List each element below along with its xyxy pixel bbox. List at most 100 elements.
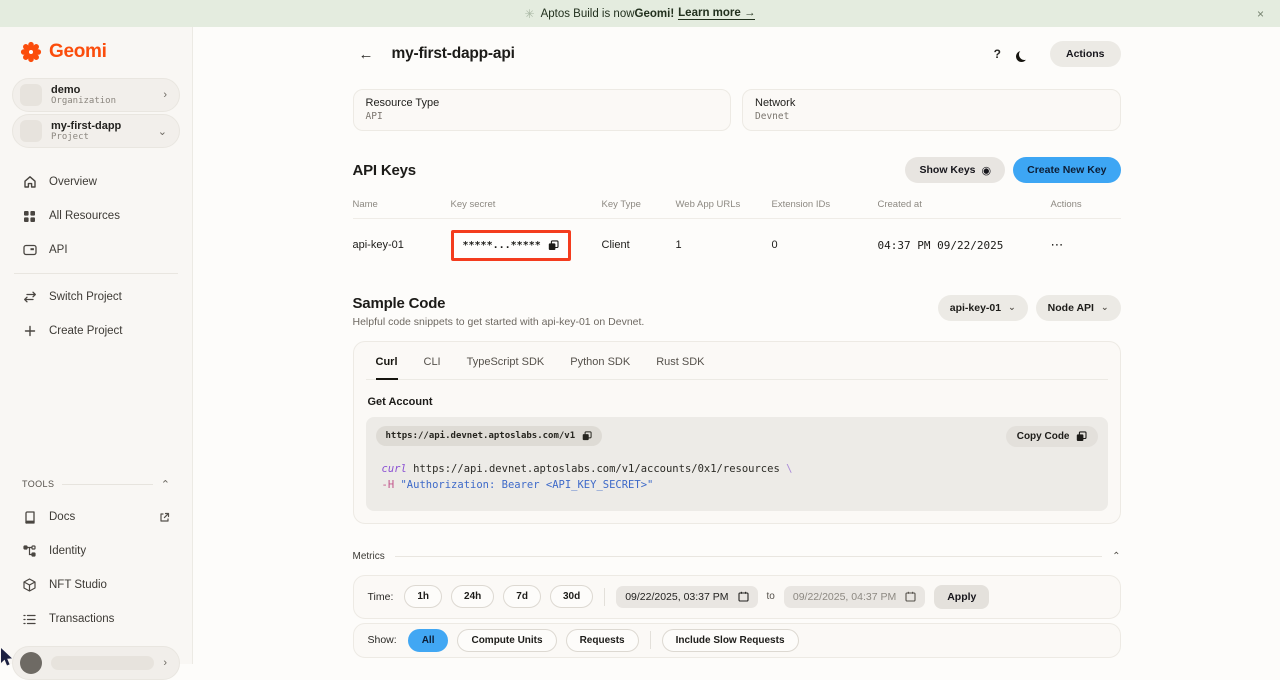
include-slow-requests-toggle[interactable]: Include Slow Requests xyxy=(662,629,799,652)
sidebar-item-docs[interactable]: Docs xyxy=(12,500,180,534)
tab-python-sdk[interactable]: Python SDK xyxy=(570,342,630,380)
sidebar: Geomi demo Organization › my-first-dapp … xyxy=(0,27,193,664)
dark-mode-moon-icon[interactable] xyxy=(1019,49,1030,60)
logo-text: Geomi xyxy=(49,41,107,63)
sidebar-item-all-resources[interactable]: All Resources xyxy=(12,199,180,233)
date-to-value: 09/22/2025, 04:37 PM xyxy=(793,591,896,603)
app-window: ✳ Aptos Build is now Geomi! Learn more →… xyxy=(0,0,1280,664)
api-keys-title: API Keys xyxy=(353,162,416,179)
show-keys-button[interactable]: Show Keys ◉ xyxy=(905,157,1005,183)
copy-code-label: Copy Code xyxy=(1017,431,1070,442)
code-language-tabs: Curl CLI TypeScript SDK Python SDK Rust … xyxy=(366,342,1108,380)
identity-nodes-icon xyxy=(22,545,37,557)
tab-typescript-sdk[interactable]: TypeScript SDK xyxy=(467,342,545,380)
chevron-down-icon: ⌄ xyxy=(158,125,167,138)
copy-code-button[interactable]: Copy Code xyxy=(1006,426,1098,447)
cube-icon xyxy=(22,578,37,592)
date-from-input[interactable]: 09/22/2025, 03:37 PM xyxy=(616,586,757,608)
project-name: my-first-dapp xyxy=(51,120,149,132)
endpoint-url: https://api.devnet.aptoslabs.com/v1 xyxy=(386,431,576,441)
copy-icon[interactable] xyxy=(548,240,559,251)
range-1h-button[interactable]: 1h xyxy=(404,585,442,608)
key-secret-cell: *****...***** xyxy=(451,219,602,272)
network-label: Network xyxy=(755,97,1108,109)
sidebar-item-api[interactable]: API xyxy=(12,233,180,267)
code-continuation: \ xyxy=(786,463,792,475)
apply-button[interactable]: Apply xyxy=(934,585,989,609)
show-all-button[interactable]: All xyxy=(408,629,449,652)
learn-more-link[interactable]: Learn more → xyxy=(678,7,755,20)
snippet-title: Get Account xyxy=(368,396,1106,408)
sidebar-divider xyxy=(14,273,178,274)
create-new-key-button[interactable]: Create New Key xyxy=(1013,157,1120,183)
tab-curl[interactable]: Curl xyxy=(376,342,398,380)
time-filter-card: Time: 1h 24h 7d 30d 09/22/2025, 03:37 PM… xyxy=(353,575,1121,619)
date-to-input[interactable]: 09/22/2025, 04:37 PM xyxy=(784,586,925,608)
back-arrow-icon[interactable]: ← xyxy=(359,46,374,63)
sidebar-item-label: Switch Project xyxy=(49,291,122,303)
help-icon[interactable]: ? xyxy=(994,47,1001,61)
actions-button[interactable]: Actions xyxy=(1050,41,1121,67)
range-24h-button[interactable]: 24h xyxy=(451,585,494,608)
sidebar-item-identity[interactable]: Identity xyxy=(12,534,180,568)
api-select-dropdown[interactable]: Node API ⌄ xyxy=(1036,295,1121,321)
chevron-right-icon: › xyxy=(163,89,167,101)
range-30d-button[interactable]: 30d xyxy=(550,585,593,608)
key-name-cell: api-key-01 xyxy=(353,219,451,272)
key-type-cell: Client xyxy=(602,219,676,272)
org-avatar xyxy=(20,84,42,106)
range-7d-button[interactable]: 7d xyxy=(503,585,541,608)
sidebar-item-create-project[interactable]: Create Project xyxy=(12,314,180,348)
to-label: to xyxy=(767,591,775,602)
show-compute-units-button[interactable]: Compute Units xyxy=(457,629,556,652)
calendar-icon[interactable] xyxy=(738,591,749,602)
extension-ids-cell: 0 xyxy=(772,219,878,272)
sidebar-item-label: Create Project xyxy=(49,325,123,337)
vertical-divider xyxy=(604,588,605,606)
user-account-pill[interactable]: › xyxy=(12,646,180,680)
sidebar-item-label: API xyxy=(49,244,68,256)
copy-icon[interactable] xyxy=(582,431,592,441)
project-switcher[interactable]: my-first-dapp Project ⌄ xyxy=(12,114,180,148)
sidebar-item-overview[interactable]: Overview xyxy=(12,165,180,199)
column-header-key-secret: Key secret xyxy=(451,193,602,219)
sidebar-item-label: Overview xyxy=(49,176,97,188)
endpoint-url-pill[interactable]: https://api.devnet.aptoslabs.com/v1 xyxy=(376,426,603,446)
column-header-web-app-urls: Web App URLs xyxy=(676,193,772,219)
vertical-divider xyxy=(650,631,651,649)
key-secret-value: *****...***** xyxy=(463,240,541,251)
org-switcher[interactable]: demo Organization › xyxy=(12,78,180,112)
api-key-row: api-key-01 *****...***** Client 1 0 04:3… xyxy=(353,219,1121,272)
geomi-logo[interactable]: Geomi xyxy=(20,40,180,64)
sidebar-item-label: Identity xyxy=(49,545,86,557)
key-secret-highlighted[interactable]: *****...***** xyxy=(451,230,571,261)
show-requests-button[interactable]: Requests xyxy=(566,629,639,652)
list-icon xyxy=(22,614,37,625)
web-app-urls-cell: 1 xyxy=(676,219,772,272)
chevron-down-icon: ⌄ xyxy=(1101,303,1109,313)
column-header-extension-ids: Extension IDs xyxy=(772,193,878,219)
api-select-value: Node API xyxy=(1048,302,1094,314)
tab-cli[interactable]: CLI xyxy=(424,342,441,380)
show-filter-card: Show: All Compute Units Requests Include… xyxy=(353,623,1121,658)
network-value: Devnet xyxy=(755,111,1108,122)
mouse-cursor xyxy=(0,648,16,668)
project-type-label: Project xyxy=(51,132,149,143)
chevron-up-icon: ⌃ xyxy=(161,478,170,491)
tab-rust-sdk[interactable]: Rust SDK xyxy=(656,342,704,380)
geomi-flower-icon xyxy=(20,41,42,63)
sidebar-item-switch-project[interactable]: Switch Project xyxy=(12,280,180,314)
banner-close-icon[interactable]: × xyxy=(1257,7,1264,21)
sidebar-item-transactions[interactable]: Transactions xyxy=(12,602,180,636)
metrics-section-header[interactable]: Metrics ⌃ xyxy=(353,551,1121,562)
row-actions-menu-icon[interactable]: ⋯ xyxy=(1051,237,1065,252)
banner-brand: Geomi! xyxy=(635,8,675,20)
sidebar-item-nft-studio[interactable]: NFT Studio xyxy=(12,568,180,602)
tools-section-header[interactable]: TOOLS ⌃ xyxy=(12,474,180,494)
calendar-icon[interactable] xyxy=(905,591,916,602)
sidebar-item-label: All Resources xyxy=(49,210,120,222)
org-type-label: Organization xyxy=(51,96,154,107)
key-select-dropdown[interactable]: api-key-01 ⌄ xyxy=(938,295,1028,321)
metrics-label: Metrics xyxy=(353,551,385,562)
code-url: https://api.devnet.aptoslabs.com/v1/acco… xyxy=(407,463,786,475)
